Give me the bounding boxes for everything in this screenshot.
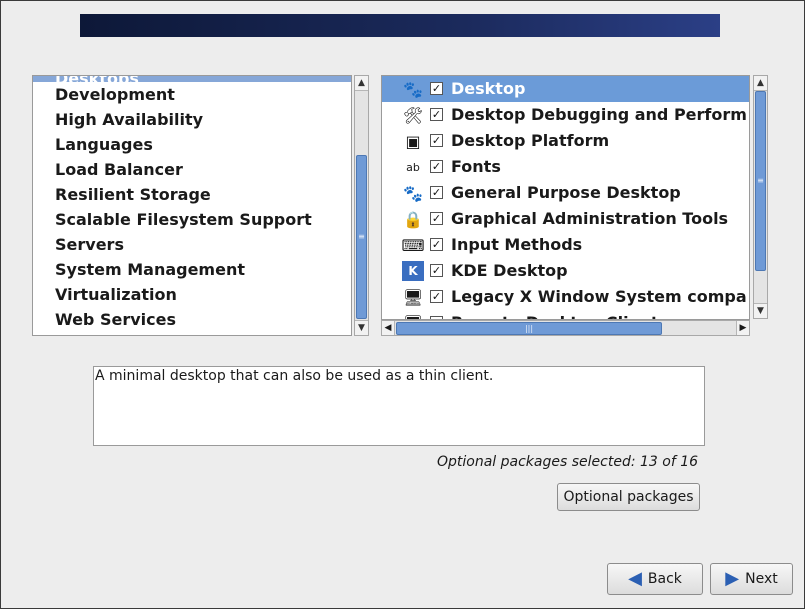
gnome-foot-icon: 🐾 (403, 183, 423, 203)
keyboard-icon: ⌨ (401, 235, 425, 255)
group-list-scrollbar[interactable]: ▲ ≡ ▼ (354, 75, 369, 336)
next-button[interactable]: ▶ Next (710, 563, 793, 595)
scroll-up-icon[interactable]: ▲ (355, 76, 368, 91)
group-item[interactable]: System Management (33, 257, 351, 282)
package-list-scrollbar[interactable]: ▲ ≡ ▼ (753, 75, 768, 319)
package-name: Desktop (451, 79, 526, 98)
group-item[interactable]: Development (33, 82, 351, 107)
group-item[interactable]: High Availability (33, 107, 351, 132)
package-checkbox[interactable]: ✓ (430, 264, 443, 277)
package-name: Remote Desktop Clients (451, 310, 668, 319)
package-row[interactable]: 🐾 ✓ General Purpose Desktop (382, 180, 749, 206)
package-name: KDE Desktop (451, 261, 568, 280)
package-name: Desktop Platform (451, 131, 610, 150)
monitor-icon: 🖥 (402, 287, 424, 307)
package-name: Input Methods (451, 235, 583, 254)
package-row[interactable]: K ✓ KDE Desktop (382, 258, 749, 284)
scroll-left-icon[interactable]: ◀ (382, 321, 395, 335)
package-list[interactable]: 🐾 ✓ Desktop 🛠 ✓ Desktop Debugging and Pe… (381, 75, 750, 320)
package-row[interactable]: ab ✓ Fonts (382, 154, 749, 180)
optional-packages-button[interactable]: Optional packages (557, 483, 700, 511)
package-row[interactable]: 🛠 ✓ Desktop Debugging and Perform (382, 102, 749, 128)
package-row[interactable]: ▣ ✓ Desktop Platform (382, 128, 749, 154)
package-checkbox[interactable]: ✓ (430, 134, 443, 147)
group-item[interactable]: Virtualization (33, 282, 351, 307)
optional-packages-label: Optional packages (563, 489, 694, 505)
package-row[interactable]: 🐾 ✓ Desktop (382, 76, 749, 102)
back-label: Back (647, 571, 682, 587)
group-list[interactable]: Desktops Development High Availability L… (32, 75, 352, 336)
scroll-right-icon[interactable]: ▶ (736, 321, 749, 335)
package-list-hscroll-thumb[interactable]: ||| (396, 322, 662, 335)
package-name: Graphical Administration Tools (451, 209, 729, 228)
package-checkbox[interactable]: ✓ (430, 108, 443, 121)
scroll-up-icon[interactable]: ▲ (754, 76, 767, 91)
admin-lock-icon: 🔒 (403, 209, 423, 229)
back-button[interactable]: ◀ Back (607, 563, 703, 595)
package-name: Desktop Debugging and Perform (451, 105, 747, 124)
package-name: Legacy X Window System compa (451, 287, 747, 306)
package-list-scroll-thumb[interactable]: ≡ (755, 91, 766, 271)
group-item[interactable]: Scalable Filesystem Support (33, 207, 351, 232)
group-item[interactable]: Resilient Storage (33, 182, 351, 207)
group-item[interactable]: Web Services (33, 307, 351, 332)
group-description: A minimal desktop that can also be used … (93, 366, 705, 446)
platform-icon: ▣ (405, 131, 421, 151)
package-name: Fonts (451, 157, 501, 176)
package-row[interactable]: 🖥 ✓ Remote Desktop Clients (382, 310, 749, 320)
back-arrow-icon: ◀ (628, 568, 642, 589)
package-row[interactable]: 🖥 ✓ Legacy X Window System compa (382, 284, 749, 310)
package-checkbox[interactable]: ✓ (430, 160, 443, 173)
header-banner (80, 14, 720, 37)
scroll-down-icon[interactable]: ▼ (355, 320, 368, 335)
group-item[interactable]: Load Balancer (33, 157, 351, 182)
optional-packages-count: Optional packages selected: 13 of 16 (437, 454, 699, 470)
package-checkbox[interactable]: ✓ (430, 212, 443, 225)
next-arrow-icon: ▶ (725, 568, 740, 589)
tools-icon: 🛠 (402, 105, 424, 125)
package-checkbox[interactable]: ✓ (430, 290, 443, 303)
package-row[interactable]: ⌨ ✓ Input Methods (382, 232, 749, 258)
package-checkbox[interactable]: ✓ (430, 238, 443, 251)
package-checkbox[interactable]: ✓ (430, 82, 443, 95)
package-name: General Purpose Desktop (451, 183, 681, 202)
group-item[interactable]: Languages (33, 132, 351, 157)
package-list-hscrollbar[interactable]: ◀ ||| ▶ (381, 320, 750, 336)
group-item[interactable]: Servers (33, 232, 351, 257)
next-label: Next (745, 571, 778, 587)
scroll-down-icon[interactable]: ▼ (754, 303, 767, 318)
fonts-icon: ab (406, 160, 420, 174)
kde-icon: K (402, 261, 424, 281)
remote-desktop-icon: 🖥 (402, 313, 424, 320)
group-list-scroll-thumb[interactable]: ≡ (356, 155, 367, 319)
package-checkbox[interactable]: ✓ (430, 186, 443, 199)
gnome-foot-icon: 🐾 (403, 79, 423, 99)
package-row[interactable]: 🔒 ✓ Graphical Administration Tools (382, 206, 749, 232)
